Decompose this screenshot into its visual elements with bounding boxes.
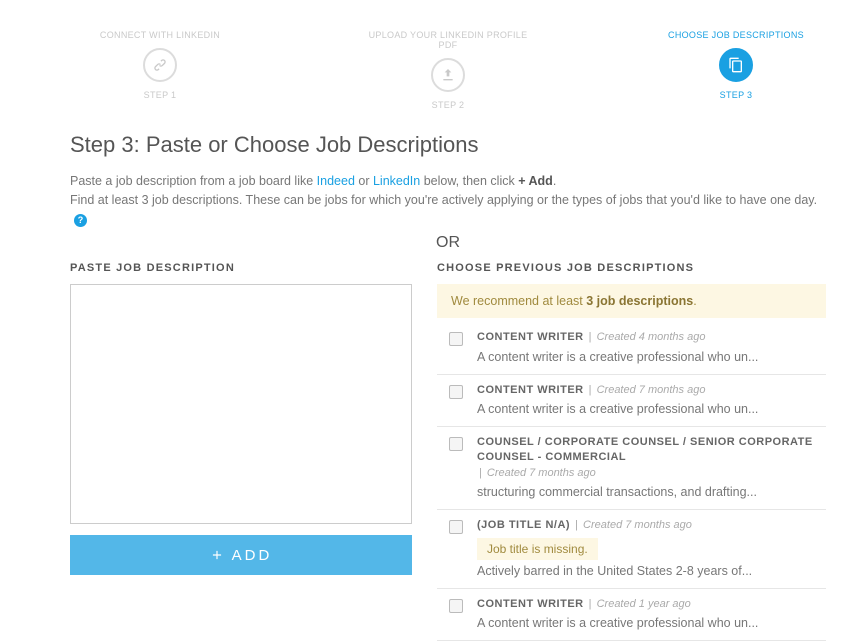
job-created: Created 4 months ago	[597, 331, 706, 343]
link-icon	[143, 48, 177, 82]
step-sub: STEP 3	[720, 90, 753, 100]
job-snippet: A content writer is a creative professio…	[477, 402, 826, 416]
job-item[interactable]: CONTENT WRITER | Created 7 months ago A …	[437, 375, 826, 427]
separator: |	[575, 519, 578, 531]
job-created: Created 7 months ago	[487, 467, 596, 479]
job-created: Created 7 months ago	[597, 384, 706, 396]
separator: |	[589, 384, 592, 396]
job-checkbox[interactable]	[449, 332, 463, 346]
copy-icon	[719, 48, 753, 82]
upload-icon	[431, 58, 465, 92]
job-checkbox[interactable]	[449, 599, 463, 613]
reco-post: .	[693, 294, 696, 308]
add-button-label: ADD	[232, 547, 273, 564]
separator: |	[589, 331, 592, 343]
instr-text: .	[553, 174, 556, 188]
job-item[interactable]: CONTENT WRITER | Created 4 months ago A …	[437, 322, 826, 374]
step-title: UPLOAD YOUR LINKEDIN PROFILE PDF	[358, 30, 538, 50]
job-title: CONTENT WRITER	[477, 598, 584, 610]
indeed-link[interactable]: Indeed	[317, 174, 355, 188]
job-snippet: A content writer is a creative professio…	[477, 350, 826, 364]
step-title: CONNECT WITH LINKEDIN	[100, 30, 220, 40]
paste-heading: PASTE JOB DESCRIPTION	[70, 262, 412, 274]
reco-pre: We recommend at least	[451, 294, 586, 308]
job-snippet: structuring commercial transactions, and…	[477, 485, 826, 499]
job-warning: Job title is missing.	[477, 538, 598, 560]
help-icon[interactable]: ?	[74, 214, 87, 227]
separator: |	[589, 598, 592, 610]
job-checkbox[interactable]	[449, 437, 463, 451]
page-title: Step 3: Paste or Choose Job Descriptions	[70, 132, 826, 158]
job-title: CONTENT WRITER	[477, 331, 584, 343]
job-created: Created 1 year ago	[597, 598, 691, 610]
step-2[interactable]: UPLOAD YOUR LINKEDIN PROFILE PDF STEP 2	[358, 30, 538, 110]
add-button[interactable]: ADD	[70, 535, 412, 575]
stepper: CONNECT WITH LINKEDIN STEP 1 UPLOAD YOUR…	[70, 30, 826, 110]
instr-text: or	[355, 174, 373, 188]
instr-text: below, then click	[420, 174, 518, 188]
step-sub: STEP 1	[144, 90, 177, 100]
job-item[interactable]: CONTENT WRITER | Created 1 year ago A co…	[437, 589, 826, 641]
job-checkbox[interactable]	[449, 520, 463, 534]
job-title: COUNSEL / CORPORATE COUNSEL / SENIOR COR…	[477, 436, 813, 463]
job-title: CONTENT WRITER	[477, 384, 584, 396]
reco-bold: 3 job descriptions	[586, 294, 693, 308]
separator: |	[479, 467, 482, 479]
job-snippet: A content writer is a creative professio…	[477, 616, 826, 630]
step-sub: STEP 2	[432, 100, 465, 110]
job-list: CONTENT WRITER | Created 4 months ago A …	[437, 322, 826, 641]
or-separator: OR	[70, 234, 826, 252]
plus-icon	[210, 548, 224, 562]
job-title: (JOB TITLE N/A)	[477, 519, 570, 531]
job-snippet: Actively barred in the United States 2-8…	[477, 564, 826, 578]
instr-text: Paste a job description from a job board…	[70, 174, 317, 188]
instr-text: Find at least 3 job descriptions. These …	[70, 193, 817, 207]
recommendation-banner: We recommend at least 3 job descriptions…	[437, 284, 826, 318]
step-title: CHOOSE JOB DESCRIPTIONS	[668, 30, 804, 40]
step-1[interactable]: CONNECT WITH LINKEDIN STEP 1	[70, 30, 250, 110]
choose-heading: CHOOSE PREVIOUS JOB DESCRIPTIONS	[437, 262, 826, 274]
instr-bold: + Add	[518, 174, 553, 188]
job-checkbox[interactable]	[449, 385, 463, 399]
step-3[interactable]: CHOOSE JOB DESCRIPTIONS STEP 3	[646, 30, 826, 110]
job-item[interactable]: COUNSEL / CORPORATE COUNSEL / SENIOR COR…	[437, 427, 826, 510]
job-description-input[interactable]	[70, 284, 412, 524]
linkedin-link[interactable]: LinkedIn	[373, 174, 420, 188]
job-created: Created 7 months ago	[583, 519, 692, 531]
instructions: Paste a job description from a job board…	[70, 172, 826, 228]
job-item[interactable]: (JOB TITLE N/A) | Created 7 months ago J…	[437, 510, 826, 588]
